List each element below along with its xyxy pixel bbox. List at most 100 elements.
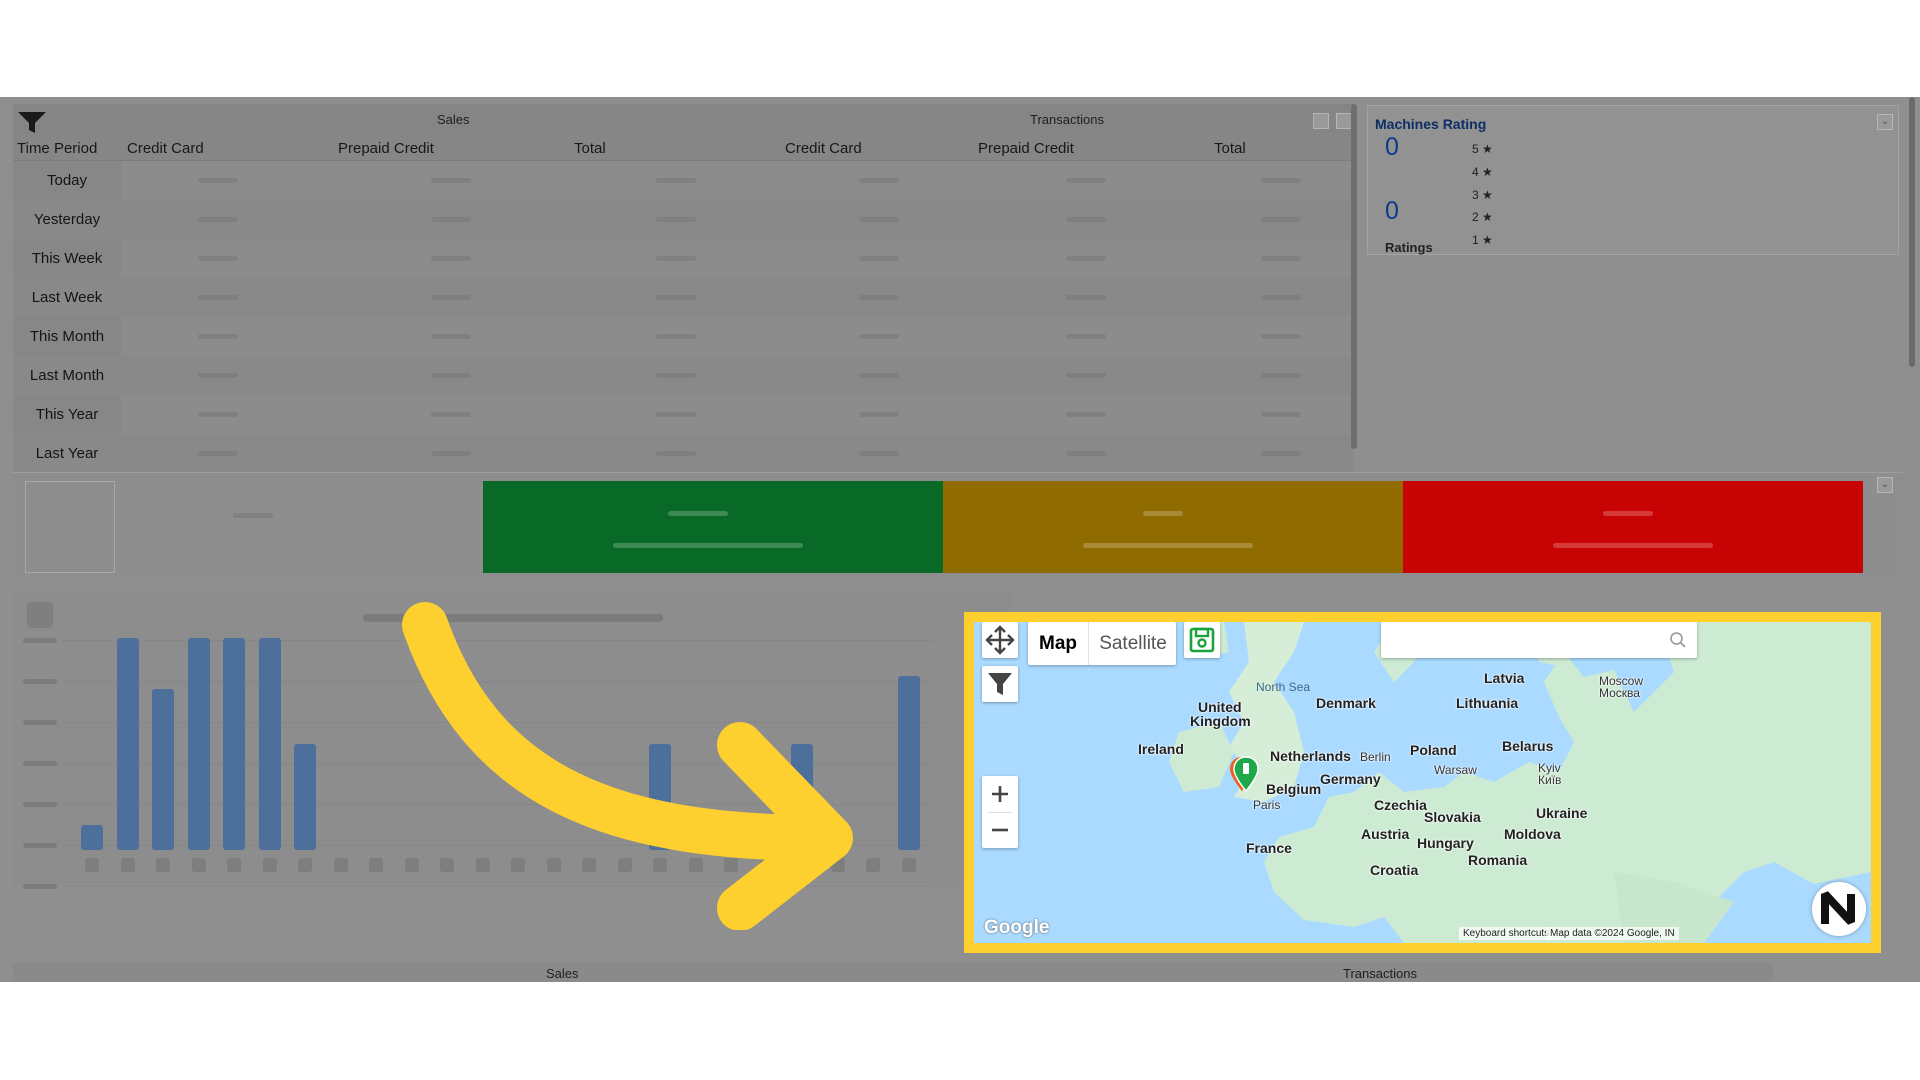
- map-widget[interactable]: Map Satellite North Sea Denmark Latvia M…: [974, 622, 1871, 943]
- status-green-strip[interactable]: [483, 481, 943, 573]
- header-tx-credit-card[interactable]: Credit Card: [785, 140, 862, 157]
- map-filter-button[interactable]: [982, 666, 1018, 702]
- map-label-czechia: Czechia: [1374, 797, 1427, 813]
- search-icon[interactable]: [1669, 631, 1687, 649]
- period-label: Last Month: [29, 367, 105, 384]
- panel-option-icon[interactable]: [1313, 113, 1329, 129]
- blurred-cell-value: [198, 412, 238, 417]
- period-label: This Year: [35, 406, 99, 423]
- table-body: Today Yesterday This Week Last Week This Mon…: [13, 161, 1353, 473]
- star-2-label: 2 ★: [1472, 210, 1493, 224]
- chart-bar[interactable]: [152, 688, 174, 850]
- status-green-value: [668, 511, 728, 516]
- chart-x-tick: [298, 858, 312, 872]
- map-label-warsaw: Warsaw: [1434, 763, 1477, 777]
- blurred-cell-value: [431, 412, 471, 417]
- header-sales-prepaid-credit[interactable]: Prepaid Credit: [338, 140, 434, 157]
- chart-bar[interactable]: [258, 638, 281, 850]
- map-search-input[interactable]: [1389, 628, 1649, 652]
- header-tx-prepaid-credit[interactable]: Prepaid Credit: [978, 140, 1074, 157]
- table-row[interactable]: This Year: [13, 395, 1353, 434]
- move-button[interactable]: [982, 622, 1018, 658]
- blurred-cell-value: [431, 217, 471, 222]
- blurred-cell-value: [859, 256, 899, 261]
- map-type-divider: [1088, 622, 1089, 665]
- map-label-kingdom: Kingdom: [1190, 713, 1251, 729]
- chart-bar[interactable]: [294, 744, 316, 850]
- period-label: Today: [46, 172, 88, 189]
- blurred-cell-value: [656, 178, 696, 183]
- table-row[interactable]: This Week: [13, 239, 1353, 278]
- zoom-in-icon[interactable]: [982, 776, 1018, 812]
- blurred-cell-value: [859, 217, 899, 222]
- chart-bar[interactable]: [223, 638, 245, 850]
- chart-bar[interactable]: [81, 824, 103, 850]
- star-5-label: 5 ★: [1472, 142, 1493, 156]
- zoom-out-icon[interactable]: [982, 812, 1018, 848]
- blurred-cell-value: [1261, 295, 1301, 300]
- save-button[interactable]: [1184, 622, 1220, 658]
- map-label-denmark: Denmark: [1316, 695, 1376, 711]
- status-red-caption: [1553, 543, 1713, 548]
- chart-x-tick: [369, 858, 383, 872]
- page-scrollbar[interactable]: [1909, 97, 1915, 367]
- table-scrollbar[interactable]: [1351, 104, 1357, 449]
- chart-y-tick: [23, 638, 57, 643]
- table-row[interactable]: Yesterday: [13, 200, 1353, 239]
- filter-icon: [988, 673, 1012, 695]
- blurred-cell-value: [656, 295, 696, 300]
- blurred-cell-value: [1261, 178, 1301, 183]
- blurred-cell-value: [1261, 334, 1301, 339]
- blurred-cell-value: [1261, 373, 1301, 378]
- chart-bar[interactable]: [897, 676, 920, 850]
- table-row[interactable]: Last Month: [13, 356, 1353, 395]
- pin-icon[interactable]: [1228, 755, 1262, 795]
- table-row[interactable]: Last Week: [13, 278, 1353, 317]
- header-sales-credit-card[interactable]: Credit Card: [127, 140, 204, 157]
- header-sales-total[interactable]: Total: [574, 140, 606, 157]
- arrow-icon: [402, 602, 853, 930]
- map-label-romania: Romania: [1468, 852, 1528, 868]
- blurred-cell-value: [431, 451, 471, 456]
- collapse-icon[interactable]: ⌄: [1877, 114, 1893, 130]
- keyboard-shortcuts-link[interactable]: Keyboard shortcuts: [1459, 927, 1554, 940]
- map-label-ireland: Ireland: [1138, 741, 1184, 757]
- blurred-cell-value: [1066, 295, 1106, 300]
- status-summary-band: ⌄: [13, 472, 1903, 577]
- zoom-control: [982, 776, 1018, 848]
- table-row[interactable]: Today: [13, 161, 1353, 200]
- chart-x-tick: [120, 858, 135, 872]
- header-tx-total[interactable]: Total: [1214, 140, 1246, 157]
- filter-icon[interactable]: [17, 110, 47, 134]
- blurred-cell-value: [198, 217, 238, 222]
- header-time-period[interactable]: Time Period: [17, 140, 97, 157]
- table-row[interactable]: Last Year: [13, 434, 1353, 473]
- chart-bar[interactable]: [187, 638, 210, 850]
- bottom-transactions-label: Transactions: [1343, 966, 1417, 981]
- rating-average: 0: [1385, 133, 1399, 161]
- status-total-box: [25, 481, 115, 573]
- map-label-paris: Paris: [1253, 798, 1281, 812]
- chart-y-tick: [23, 802, 57, 807]
- map-label-belgium: Belgium: [1266, 781, 1322, 797]
- blurred-cell-value: [859, 334, 899, 339]
- blurred-cell-value: [859, 295, 899, 300]
- status-amber-strip[interactable]: [943, 481, 1403, 573]
- star-4-label: 4 ★: [1472, 165, 1493, 179]
- chart-bar[interactable]: [116, 638, 139, 850]
- save-icon: [1189, 627, 1215, 653]
- satellite-mode-button[interactable]: Satellite: [1090, 622, 1176, 665]
- map-mode-button[interactable]: Map: [1028, 622, 1088, 665]
- blurred-cell-value: [859, 373, 899, 378]
- panel-collapse-icon[interactable]: [1336, 113, 1352, 129]
- status-red-strip[interactable]: [1403, 481, 1863, 573]
- sales-table-panel: Sales Transactions Time Period Credit Ca…: [13, 104, 1354, 473]
- map-highlight-frame: Map Satellite North Sea Denmark Latvia M…: [964, 612, 1881, 953]
- map-label-france: France: [1246, 840, 1292, 856]
- table-row[interactable]: This Month: [13, 317, 1353, 356]
- move-icon: [985, 625, 1015, 655]
- blurred-cell-value: [198, 295, 238, 300]
- map-search-box[interactable]: [1381, 622, 1697, 658]
- status-collapse-icon[interactable]: ⌄: [1877, 477, 1893, 493]
- chart-x-tick: [191, 858, 206, 872]
